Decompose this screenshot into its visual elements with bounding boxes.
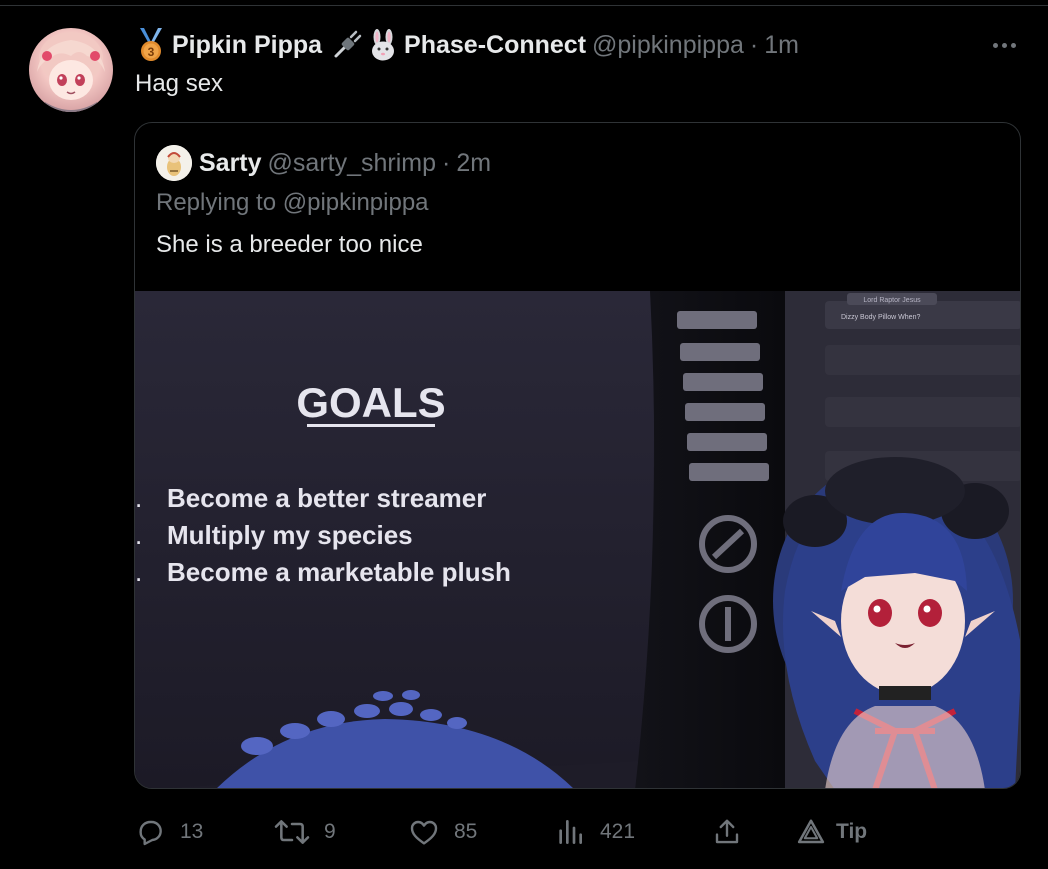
retweet-count: 9 — [324, 820, 336, 843]
author-display-name[interactable]: Pipkin Pippa — [172, 31, 322, 60]
views-button[interactable]: 421 — [554, 808, 635, 856]
quote-timestamp[interactable]: 2m — [456, 149, 491, 178]
quote-text: She is a breeder too nice — [156, 231, 423, 258]
heart-icon — [408, 816, 440, 848]
top-divider — [0, 0, 1048, 6]
rabbit-icon — [368, 29, 398, 61]
slide-title: GOALS — [296, 379, 445, 426]
tweet-header: 3 Pipkin Pippa Phase-Connect @pipkinpipp… — [136, 27, 799, 63]
svg-text:3: 3 — [148, 45, 155, 59]
author-handle[interactable]: @pipkinpippa — [592, 31, 744, 60]
tip-triangle-icon — [796, 817, 826, 847]
tip-label: Tip — [836, 820, 868, 843]
slide-bullet: Multiply my species — [167, 520, 413, 550]
like-count: 85 — [454, 820, 478, 843]
tweet-timestamp[interactable]: 1m — [764, 31, 799, 60]
quote-separator: · — [442, 148, 451, 177]
plug-icon — [332, 30, 362, 60]
svg-text:.: . — [135, 520, 142, 550]
reply-icon — [134, 816, 166, 848]
slide-bullet: Become a better streamer — [167, 483, 486, 513]
quote-header: Sarty @sarty_shrimp · 2m — [199, 145, 491, 181]
tip-button[interactable]: Tip — [796, 808, 867, 856]
quoted-tweet[interactable]: Sarty @sarty_shrimp · 2m Replying to @pi… — [134, 122, 1021, 789]
reply-button[interactable]: 13 — [134, 808, 203, 856]
quote-display-name[interactable]: Sarty — [199, 149, 262, 178]
views-chart-icon — [554, 816, 586, 848]
reply-count: 13 — [180, 820, 204, 843]
author-avatar[interactable] — [29, 28, 113, 112]
view-count: 421 — [600, 820, 636, 843]
replying-to[interactable]: Replying to @pipkinpippa — [156, 189, 429, 217]
more-options-icon[interactable] — [986, 32, 1022, 58]
share-icon — [712, 816, 742, 848]
retweet-icon — [274, 816, 310, 848]
medal-badge-icon: 3 — [136, 28, 166, 62]
quote-handle[interactable]: @sarty_shrimp — [268, 149, 436, 178]
chat-message: Dizzy Body Pillow When? — [841, 314, 920, 321]
retweet-button[interactable]: 9 — [274, 808, 336, 856]
action-bar: 13 9 85 421 Tip — [0, 808, 1048, 856]
quote-author-avatar[interactable] — [156, 145, 192, 181]
quote-media-image[interactable]: Lord Raptor Jesus Dizzy Body Pillow When… — [135, 291, 1020, 788]
slide-bullet: Become a marketable plush — [167, 557, 511, 587]
tweet-text: Hag sex — [135, 70, 224, 97]
header-separator: · — [749, 30, 759, 59]
svg-text:.: . — [135, 557, 142, 587]
svg-text:.: . — [135, 483, 142, 513]
like-button[interactable]: 85 — [408, 808, 477, 856]
chat-author: Lord Raptor Jesus — [863, 297, 921, 304]
share-button[interactable] — [712, 808, 742, 856]
affiliate-name[interactable]: Phase-Connect — [404, 31, 586, 60]
